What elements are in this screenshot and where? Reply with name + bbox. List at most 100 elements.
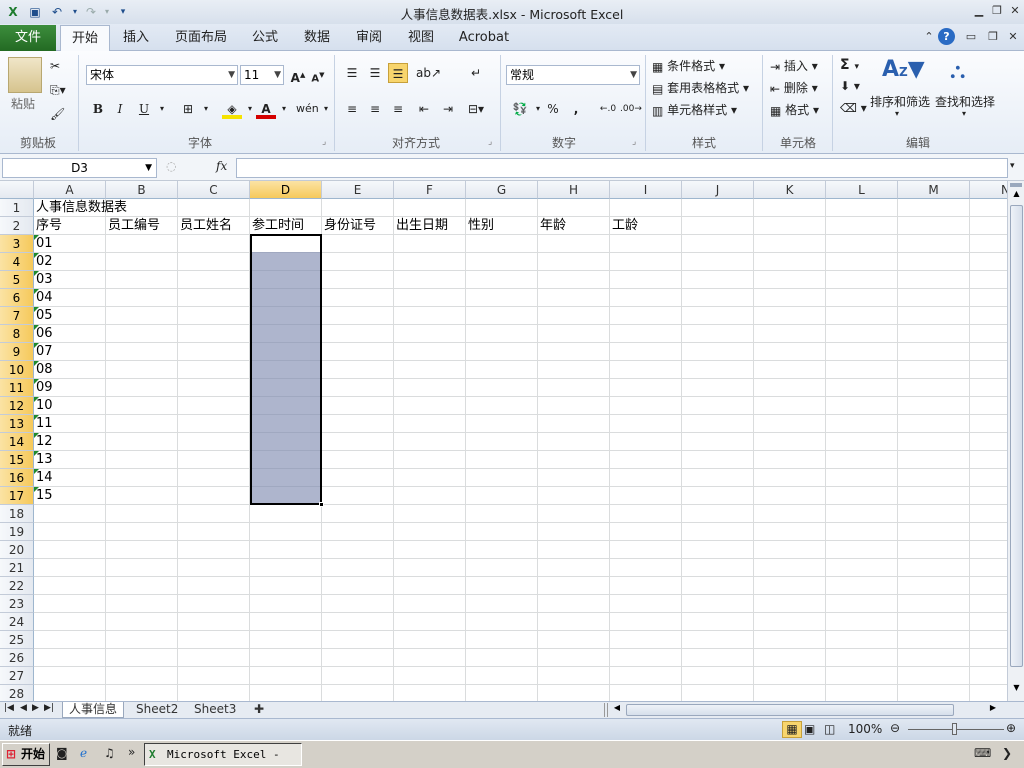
row-header-15[interactable]: 15 [0, 451, 34, 469]
column-header-i[interactable]: I [610, 181, 682, 199]
column-header-c[interactable]: C [178, 181, 250, 199]
zoom-in-icon[interactable]: ⊕ [1006, 721, 1016, 735]
bold-button[interactable]: B [88, 99, 108, 119]
page-layout-view-icon[interactable]: ▣ [804, 722, 815, 736]
media-player-icon[interactable]: ♫ [104, 746, 115, 760]
name-box[interactable]: D3 ▼ [2, 158, 157, 178]
underline-button[interactable]: U [134, 99, 154, 119]
formula-bar-grip-icon[interactable]: ◌ [166, 159, 176, 173]
conditional-format-button[interactable]: ▦ 条件格式 ▾ [652, 57, 725, 74]
column-header-a[interactable]: A [34, 181, 106, 199]
fill-button[interactable]: ⬇ ▾ [840, 79, 860, 93]
row-header-6[interactable]: 6 [0, 289, 34, 307]
cell-header-c[interactable]: 员工姓名 [178, 217, 232, 235]
cell-header-g[interactable]: 性别 [466, 217, 494, 235]
vertical-scroll-thumb[interactable] [1010, 205, 1023, 667]
column-header-d[interactable]: D [250, 181, 322, 199]
currency-icon[interactable]: 💱 [510, 99, 530, 119]
row-header-14[interactable]: 14 [0, 433, 34, 451]
close-window-icon[interactable]: ✕ [1006, 3, 1024, 19]
row-header-13[interactable]: 13 [0, 415, 34, 433]
cell-header-h[interactable]: 年龄 [538, 217, 566, 235]
workbook-close-icon[interactable]: ✕ [1004, 29, 1022, 45]
merge-center-icon[interactable]: ⊟▾ [466, 99, 486, 119]
comma-button[interactable]: , [566, 99, 586, 119]
tab-data[interactable]: 数据 [296, 25, 338, 51]
tab-formulas[interactable]: 公式 [244, 25, 286, 51]
row-header-20[interactable]: 20 [0, 541, 34, 559]
decrease-decimal-icon[interactable]: .00→ [620, 99, 642, 119]
scroll-down-icon[interactable]: ▼ [1009, 683, 1024, 697]
align-right-icon[interactable]: ≡ [388, 99, 408, 119]
tab-page-layout[interactable]: 页面布局 [168, 25, 234, 51]
active-cell[interactable] [252, 236, 320, 252]
row-header-18[interactable]: 18 [0, 505, 34, 523]
orientation-icon[interactable]: ab↗ [416, 63, 441, 83]
autosum-button[interactable]: Σ ▾ [840, 57, 859, 73]
scroll-up-icon[interactable]: ▲ [1009, 189, 1024, 203]
column-header-b[interactable]: B [106, 181, 178, 199]
cell-header-e[interactable]: 身份证号 [322, 217, 376, 235]
decrease-indent-icon[interactable]: ⇤ [414, 99, 434, 119]
font-color-dropdown-icon[interactable]: ▾ [274, 99, 294, 119]
row-header-4[interactable]: 4 [0, 253, 34, 271]
align-left-icon[interactable]: ≡ [342, 99, 362, 119]
start-button[interactable]: ⊞ 开始 [2, 743, 50, 766]
sheet-nav-last-icon[interactable]: ▶| [44, 703, 54, 713]
cell-header-d[interactable]: 参工时间 [250, 217, 304, 235]
column-header-f[interactable]: F [394, 181, 466, 199]
align-top-icon[interactable]: ☰ [342, 63, 362, 83]
sheet-tab-personnel[interactable]: 人事信息 [62, 702, 125, 718]
italic-button[interactable]: I [110, 99, 130, 119]
wrap-text-icon[interactable]: ↵ [466, 63, 486, 83]
row-header-9[interactable]: 9 [0, 343, 34, 361]
column-header-m[interactable]: M [898, 181, 970, 199]
column-header-e[interactable]: E [322, 181, 394, 199]
row-header-3[interactable]: 3 [0, 235, 34, 253]
zoom-level[interactable]: 100% [848, 722, 882, 736]
column-header-n[interactable]: N [970, 181, 1007, 199]
phonetic-dropdown-icon[interactable]: ▾ [316, 99, 336, 119]
help-icon[interactable]: ? [938, 28, 955, 45]
font-color-icon[interactable]: A [256, 99, 276, 119]
split-box[interactable] [1010, 183, 1022, 187]
tab-view[interactable]: 视图 [400, 25, 442, 51]
tab-acrobat[interactable]: Acrobat [452, 25, 516, 51]
row-header-16[interactable]: 16 [0, 469, 34, 487]
table-format-button[interactable]: ▤ 套用表格格式 ▾ [652, 79, 749, 96]
row-header-5[interactable]: 5 [0, 271, 34, 289]
row-header-26[interactable]: 26 [0, 649, 34, 667]
paste-button[interactable]: 粘贴 [11, 95, 35, 112]
find-select-button[interactable]: 查找和选择 [935, 93, 995, 110]
column-header-g[interactable]: G [466, 181, 538, 199]
cell-styles-button[interactable]: ▥ 单元格样式 ▾ [652, 101, 737, 118]
row-header-27[interactable]: 27 [0, 667, 34, 685]
horizontal-scroll-thumb[interactable] [626, 704, 954, 716]
format-painter-icon[interactable]: 🖌 [50, 107, 65, 121]
page-break-view-icon[interactable]: ◫ [824, 722, 835, 736]
increase-indent-icon[interactable]: ⇥ [438, 99, 458, 119]
workbook-minimize-icon[interactable]: ▭ [962, 29, 980, 45]
cell-a1-title[interactable]: 人事信息数据表 [34, 199, 127, 217]
sheet-nav-first-icon[interactable]: |◀ [4, 703, 14, 713]
tray-expand-icon[interactable]: ❯ [1002, 746, 1012, 760]
scroll-right-icon[interactable]: ▶ [988, 703, 998, 717]
formula-input[interactable] [236, 158, 1008, 178]
tab-insert[interactable]: 插入 [114, 25, 158, 51]
selected-range[interactable] [250, 234, 322, 505]
tab-review[interactable]: 审阅 [348, 25, 390, 51]
align-center-icon[interactable]: ≡ [365, 99, 385, 119]
underline-dropdown-icon[interactable]: ▾ [152, 99, 172, 119]
cell-header-a[interactable]: 序号 [34, 217, 62, 235]
cut-icon[interactable]: ✂ [50, 59, 60, 73]
align-bottom-icon[interactable]: ☰ [388, 63, 408, 83]
workbook-restore-icon[interactable]: ❐ [984, 29, 1002, 45]
row-header-17[interactable]: 17 [0, 487, 34, 505]
row-header-25[interactable]: 25 [0, 631, 34, 649]
expand-formula-bar-icon[interactable]: ▾ [1010, 161, 1015, 171]
fill-color-icon[interactable]: ◈ [222, 99, 242, 119]
clear-button[interactable]: ⌫ ▾ [840, 101, 867, 115]
quick-launch-more-icon[interactable]: » [128, 745, 135, 759]
sort-filter-dropdown-icon[interactable]: ▾ [895, 109, 899, 118]
row-header-8[interactable]: 8 [0, 325, 34, 343]
